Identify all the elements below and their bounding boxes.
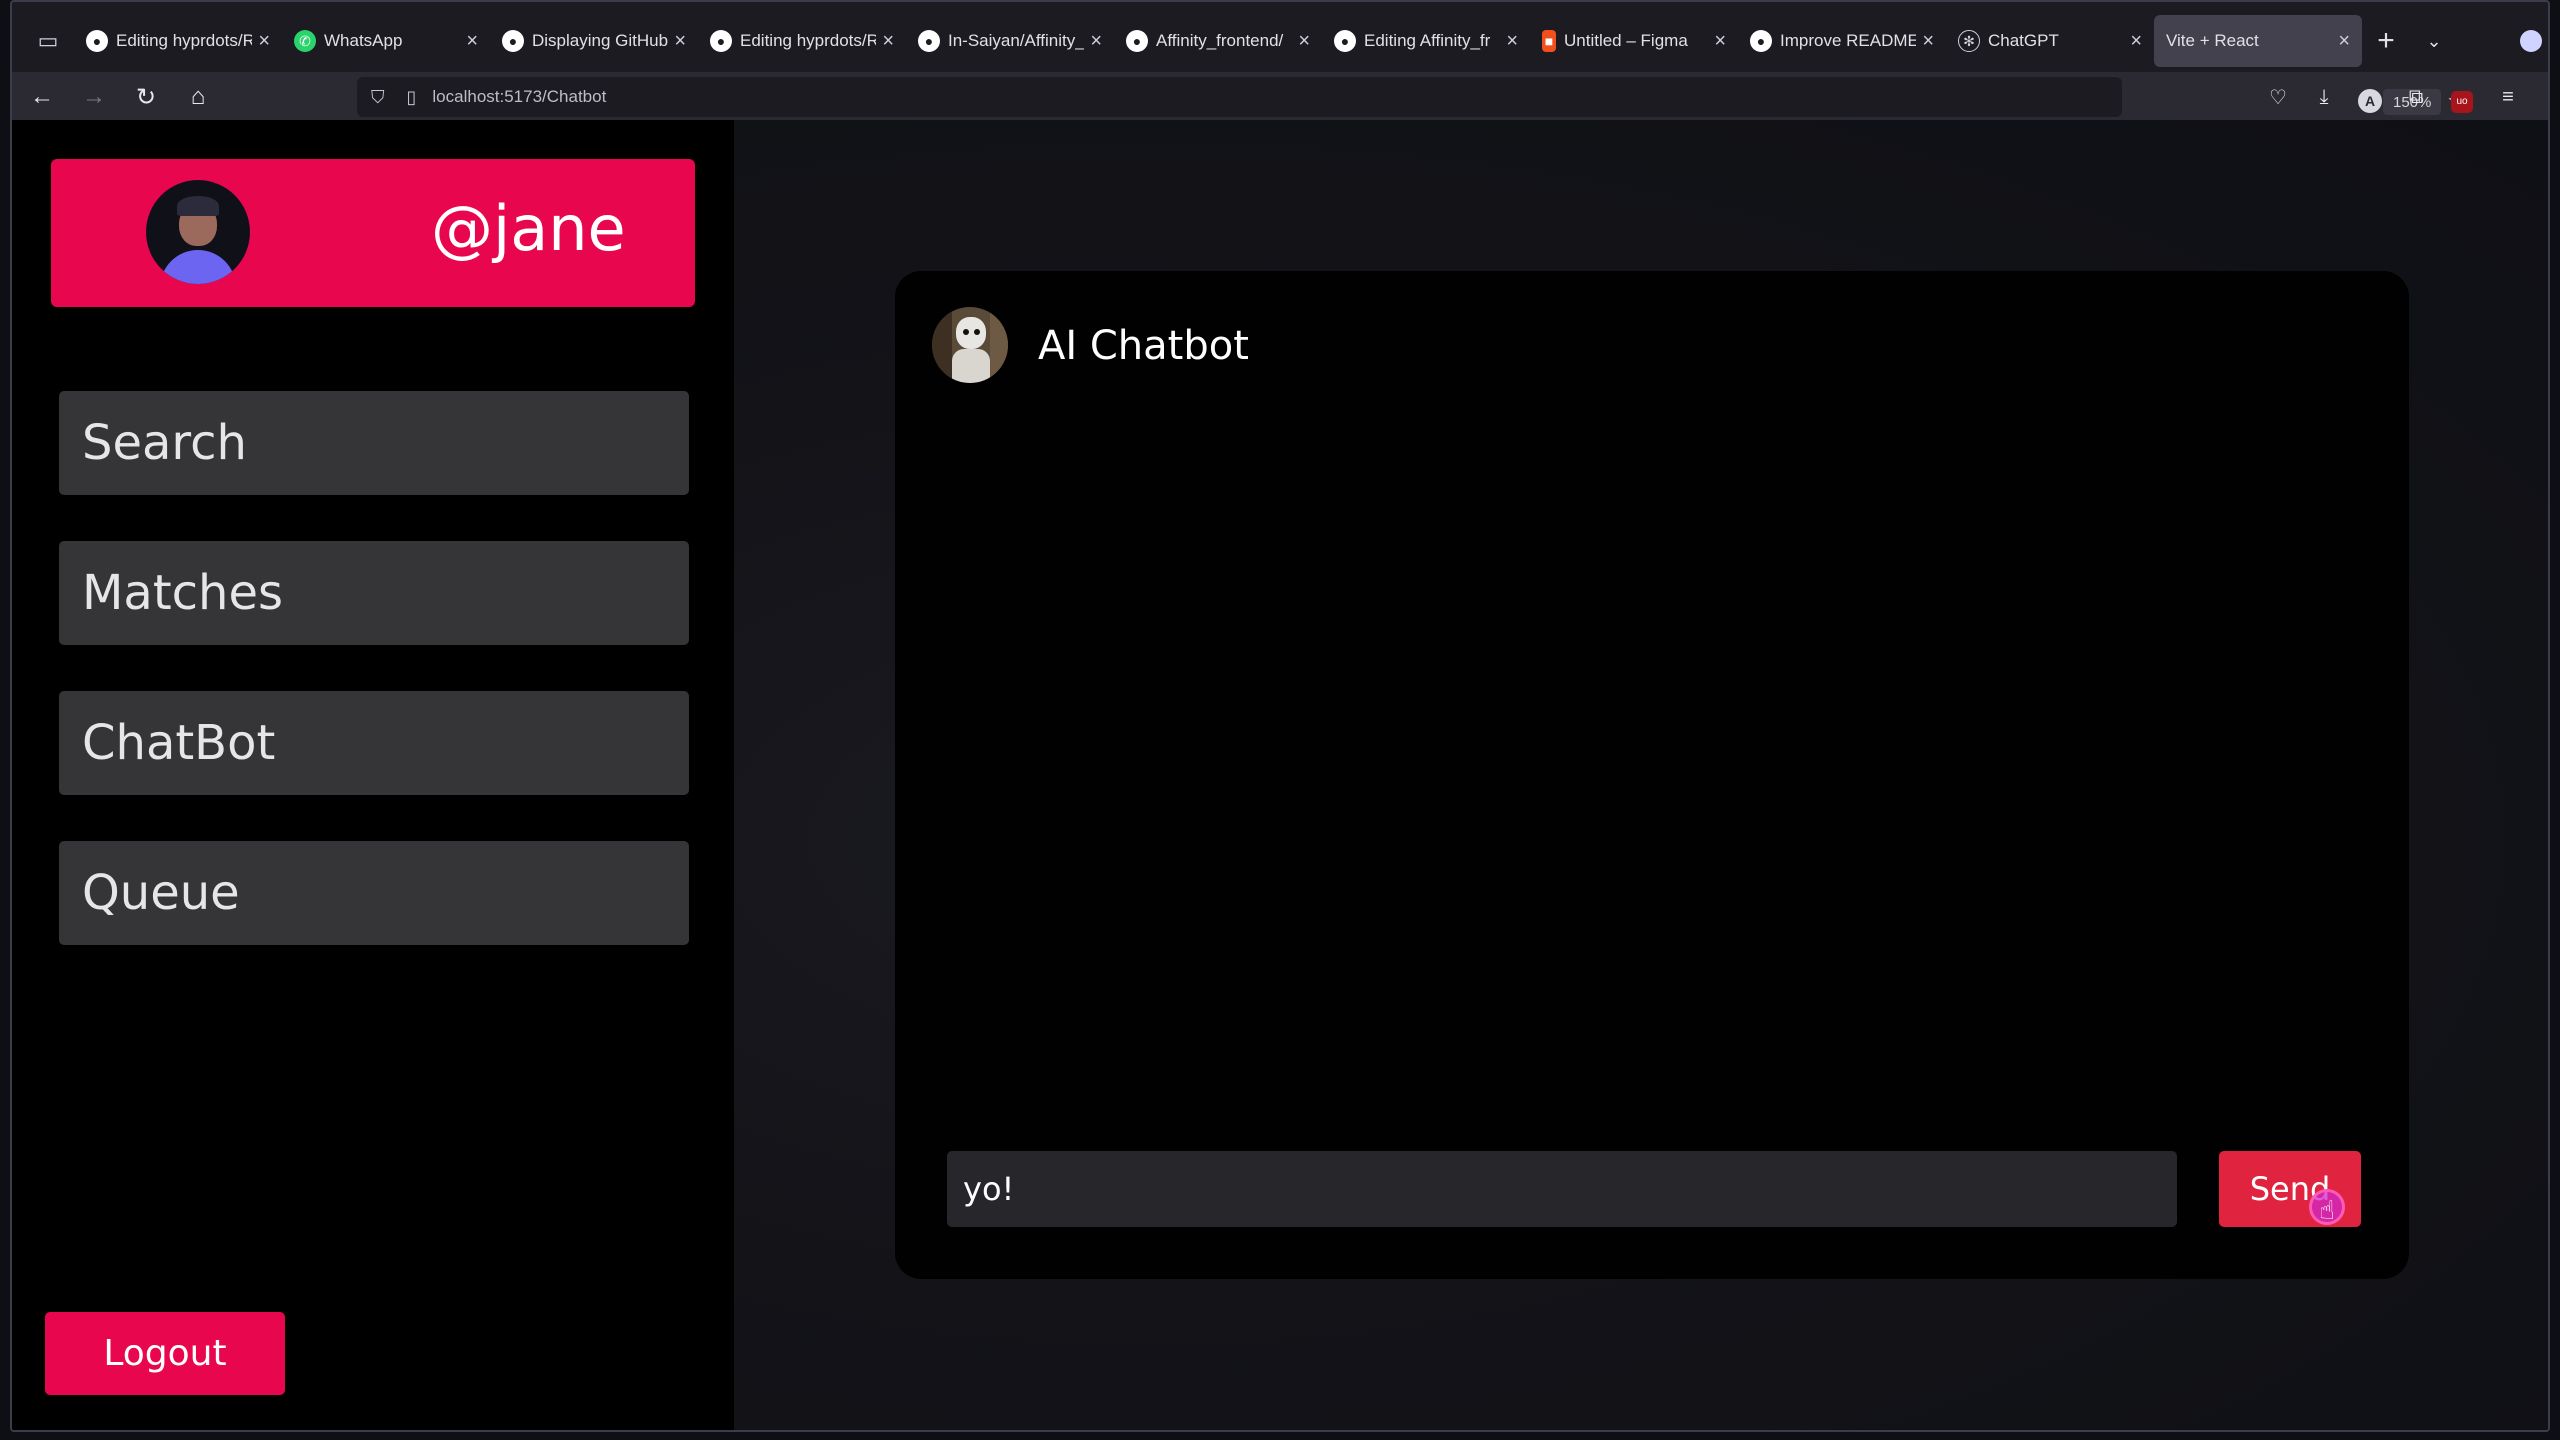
bot-avatar — [932, 307, 1008, 383]
github-icon: ● — [1750, 30, 1772, 52]
reload-icon[interactable]: ↻ — [124, 75, 168, 119]
shield-icon[interactable]: ⛉ — [371, 87, 385, 108]
chat-panel: AI Chatbot yo! Send ☝ — [895, 271, 2409, 1279]
avatar[interactable] — [146, 180, 250, 284]
sidebar-item-matches[interactable]: Matches — [59, 541, 689, 645]
logout-button[interactable]: Logout — [45, 1312, 285, 1395]
url-bar[interactable]: ⛉ ▯ localhost:5173/Chatbot 150% ☆ — [357, 77, 2469, 117]
url-text[interactable]: localhost:5173/Chatbot — [432, 87, 606, 107]
close-icon[interactable]: × — [1714, 30, 1726, 53]
download-icon[interactable]: ⤓ — [2304, 77, 2344, 117]
sidebar-item-queue[interactable]: Queue — [59, 841, 689, 945]
browser-window: ▭ ● Editing hyprdots/R × ✆ WhatsApp × ● … — [10, 0, 2550, 1432]
profile-card[interactable]: @jane — [51, 159, 695, 307]
close-icon[interactable]: × — [466, 30, 478, 53]
pocket-icon[interactable]: ♡ — [2258, 77, 2298, 117]
sidebar-item-search[interactable]: Search — [59, 391, 689, 495]
close-icon[interactable]: × — [674, 30, 686, 53]
github-icon: ● — [1334, 30, 1356, 52]
tab-2[interactable]: ✆ WhatsApp × — [282, 15, 490, 67]
page-viewport: @jane Search Matches ChatBot Queue Logou… — [12, 120, 2548, 1430]
tab-5[interactable]: ● In-Saiyan/Affinity_ × — [906, 15, 1114, 67]
github-icon: ● — [1126, 30, 1148, 52]
close-icon[interactable]: × — [1090, 30, 1102, 53]
sidebar-item-chatbot[interactable]: ChatBot — [59, 691, 689, 795]
close-icon[interactable]: × — [1506, 30, 1518, 53]
username: @jane — [431, 192, 626, 265]
nav-bar: ← → ↻ ⌂ ⛉ ▯ localhost:5173/Chatbot 150% … — [12, 72, 2548, 122]
tab-bar: ▭ ● Editing hyprdots/R × ✆ WhatsApp × ● … — [12, 2, 2548, 80]
page-icon: ▯ — [406, 86, 417, 107]
github-icon: ● — [918, 30, 940, 52]
github-icon: ● — [502, 30, 524, 52]
tab-8[interactable]: ■ Untitled – Figma × — [1530, 15, 1738, 67]
tab-3[interactable]: ● Displaying GitHub × — [490, 15, 698, 67]
close-icon[interactable]: × — [1298, 30, 1310, 53]
close-icon[interactable]: × — [258, 30, 270, 53]
forward-arrow-icon[interactable]: → — [72, 75, 116, 119]
tab-6[interactable]: ● Affinity_frontend/ × — [1114, 15, 1322, 67]
account-icon[interactable]: A — [2350, 77, 2390, 117]
home-icon[interactable]: ⌂ — [176, 75, 220, 119]
menu-icon[interactable]: ≡ — [2488, 77, 2528, 117]
github-icon: ● — [710, 30, 732, 52]
tab-1[interactable]: ● Editing hyprdots/R × — [74, 15, 282, 67]
tab-11-active[interactable]: Vite + React × — [2154, 15, 2362, 67]
chat-message-input[interactable]: yo! — [947, 1151, 2177, 1227]
profile-dot-icon[interactable] — [2520, 30, 2542, 52]
figma-icon: ■ — [1542, 30, 1556, 52]
tab-list-icon[interactable]: ▭ — [22, 15, 74, 67]
toolbar-icons: ♡ ⤓ A ⧉ uo ≡ — [2258, 77, 2528, 117]
close-icon[interactable]: × — [2130, 30, 2142, 53]
sidebar: @jane Search Matches ChatBot Queue Logou… — [12, 120, 734, 1430]
new-tab-icon[interactable]: + — [2362, 17, 2410, 65]
tab-10[interactable]: ✻ ChatGPT × — [1946, 15, 2154, 67]
tab-9[interactable]: ● Improve README. × — [1738, 15, 1946, 67]
github-icon: ● — [86, 30, 108, 52]
close-icon[interactable]: × — [882, 30, 894, 53]
extensions-icon[interactable]: ⧉ — [2396, 77, 2436, 117]
close-icon[interactable]: × — [2338, 30, 2350, 53]
tab-7[interactable]: ● Editing Affinity_fr × — [1322, 15, 1530, 67]
chat-title: AI Chatbot — [1038, 323, 1249, 369]
ublock-icon[interactable]: uo — [2442, 77, 2482, 117]
chevron-down-icon[interactable]: ⌄ — [2410, 17, 2458, 65]
chatgpt-icon: ✻ — [1958, 30, 1980, 52]
close-icon[interactable]: × — [1922, 30, 1934, 53]
whatsapp-icon: ✆ — [294, 30, 316, 52]
back-arrow-icon[interactable]: ← — [20, 75, 64, 119]
tab-4[interactable]: ● Editing hyprdots/R × — [698, 15, 906, 67]
hand-cursor-icon: ☝ — [2319, 1195, 2335, 1225]
